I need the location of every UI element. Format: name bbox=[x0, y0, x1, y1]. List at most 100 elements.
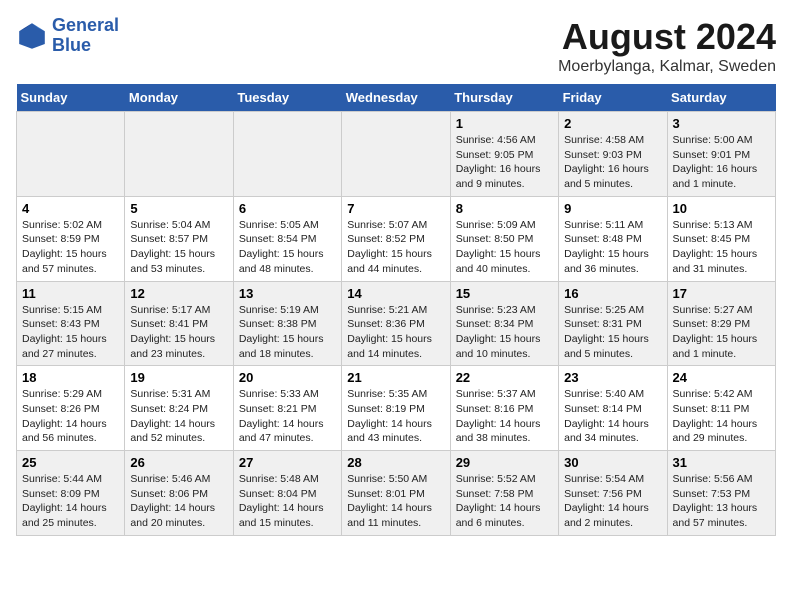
calendar-cell: 25 Sunrise: 5:44 AM Sunset: 8:09 PM Dayli… bbox=[17, 451, 125, 536]
day-info: Sunrise: 5:19 AM Sunset: 8:38 PM Dayligh… bbox=[239, 303, 336, 362]
main-title: August 2024 bbox=[558, 16, 776, 58]
calendar-cell: 21 Sunrise: 5:35 AM Sunset: 8:19 PM Dayli… bbox=[342, 366, 450, 451]
day-number: 5 bbox=[130, 201, 227, 216]
day-number: 13 bbox=[239, 286, 336, 301]
calendar-cell bbox=[125, 112, 233, 197]
calendar-cell: 6Sunrise: 5:05 AM Sunset: 8:54 PM Daylig… bbox=[233, 196, 341, 281]
calendar-cell: 8Sunrise: 5:09 AM Sunset: 8:50 PM Daylig… bbox=[450, 196, 558, 281]
week-row-2: 4 Sunrise: 5:02 AM Sunset: 8:59 PM Daylig… bbox=[17, 196, 776, 281]
calendar-cell: 14 Sunrise: 5:21 AM Sunset: 8:36 PM Dayli… bbox=[342, 281, 450, 366]
calendar-cell: 27 Sunrise: 5:48 AM Sunset: 8:04 PM Dayli… bbox=[233, 451, 341, 536]
day-number: 10 bbox=[673, 201, 770, 216]
day-number: 26 bbox=[130, 455, 227, 470]
col-header-monday: Monday bbox=[125, 84, 233, 112]
calendar-cell: 10 Sunrise: 5:13 AM Sunset: 8:45 PM Dayli… bbox=[667, 196, 775, 281]
header: General Blue August 2024 Moerbylanga, Ka… bbox=[16, 16, 776, 76]
day-info: Sunrise: 5:44 AM Sunset: 8:09 PM Dayligh… bbox=[22, 472, 119, 531]
day-info: Sunrise: 5:50 AM Sunset: 8:01 PM Dayligh… bbox=[347, 472, 444, 531]
calendar-table: SundayMondayTuesdayWednesdayThursdayFrid… bbox=[16, 84, 776, 536]
day-info: Sunrise: 5:13 AM Sunset: 8:45 PM Dayligh… bbox=[673, 218, 770, 277]
day-number: 21 bbox=[347, 370, 444, 385]
day-info: Sunrise: 5:21 AM Sunset: 8:36 PM Dayligh… bbox=[347, 303, 444, 362]
calendar-cell: 29Sunrise: 5:52 AM Sunset: 7:58 PM Dayli… bbox=[450, 451, 558, 536]
day-info: Sunrise: 5:00 AM Sunset: 9:01 PM Dayligh… bbox=[673, 133, 770, 192]
calendar-cell bbox=[233, 112, 341, 197]
day-info: Sunrise: 5:11 AM Sunset: 8:48 PM Dayligh… bbox=[564, 218, 661, 277]
calendar-cell: 30 Sunrise: 5:54 AM Sunset: 7:56 PM Dayli… bbox=[559, 451, 667, 536]
subtitle: Moerbylanga, Kalmar, Sweden bbox=[558, 58, 776, 76]
calendar-cell: 23 Sunrise: 5:40 AM Sunset: 8:14 PM Dayli… bbox=[559, 366, 667, 451]
day-number: 30 bbox=[564, 455, 661, 470]
calendar-cell: 4 Sunrise: 5:02 AM Sunset: 8:59 PM Daylig… bbox=[17, 196, 125, 281]
day-number: 11 bbox=[22, 286, 119, 301]
col-header-thursday: Thursday bbox=[450, 84, 558, 112]
day-info: Sunrise: 5:48 AM Sunset: 8:04 PM Dayligh… bbox=[239, 472, 336, 531]
calendar-cell: 9 Sunrise: 5:11 AM Sunset: 8:48 PM Daylig… bbox=[559, 196, 667, 281]
day-number: 19 bbox=[130, 370, 227, 385]
day-info: Sunrise: 5:17 AM Sunset: 8:41 PM Dayligh… bbox=[130, 303, 227, 362]
day-info: Sunrise: 5:04 AM Sunset: 8:57 PM Dayligh… bbox=[130, 218, 227, 277]
day-info: Sunrise: 5:27 AM Sunset: 8:29 PM Dayligh… bbox=[673, 303, 770, 362]
calendar-cell: 11Sunrise: 5:15 AM Sunset: 8:43 PM Dayli… bbox=[17, 281, 125, 366]
day-number: 22 bbox=[456, 370, 553, 385]
day-info: Sunrise: 5:29 AM Sunset: 8:26 PM Dayligh… bbox=[22, 387, 119, 446]
calendar-cell: 3 Sunrise: 5:00 AM Sunset: 9:01 PM Daylig… bbox=[667, 112, 775, 197]
day-info: Sunrise: 5:42 AM Sunset: 8:11 PM Dayligh… bbox=[673, 387, 770, 446]
logo: General Blue bbox=[16, 16, 119, 56]
calendar-cell: 5 Sunrise: 5:04 AM Sunset: 8:57 PM Daylig… bbox=[125, 196, 233, 281]
calendar-cell: 24Sunrise: 5:42 AM Sunset: 8:11 PM Dayli… bbox=[667, 366, 775, 451]
week-row-1: 1Sunrise: 4:56 AM Sunset: 9:05 PM Daylig… bbox=[17, 112, 776, 197]
calendar-cell: 31Sunrise: 5:56 AM Sunset: 7:53 PM Dayli… bbox=[667, 451, 775, 536]
calendar-cell: 2 Sunrise: 4:58 AM Sunset: 9:03 PM Daylig… bbox=[559, 112, 667, 197]
day-info: Sunrise: 5:07 AM Sunset: 8:52 PM Dayligh… bbox=[347, 218, 444, 277]
day-number: 4 bbox=[22, 201, 119, 216]
day-number: 16 bbox=[564, 286, 661, 301]
calendar-cell: 15 Sunrise: 5:23 AM Sunset: 8:34 PM Dayli… bbox=[450, 281, 558, 366]
day-number: 3 bbox=[673, 116, 770, 131]
day-number: 20 bbox=[239, 370, 336, 385]
day-number: 12 bbox=[130, 286, 227, 301]
calendar-cell bbox=[17, 112, 125, 197]
day-info: Sunrise: 5:46 AM Sunset: 8:06 PM Dayligh… bbox=[130, 472, 227, 531]
col-header-friday: Friday bbox=[559, 84, 667, 112]
calendar-cell: 18 Sunrise: 5:29 AM Sunset: 8:26 PM Dayli… bbox=[17, 366, 125, 451]
day-info: Sunrise: 4:58 AM Sunset: 9:03 PM Dayligh… bbox=[564, 133, 661, 192]
day-info: Sunrise: 5:35 AM Sunset: 8:19 PM Dayligh… bbox=[347, 387, 444, 446]
day-number: 18 bbox=[22, 370, 119, 385]
logo-text: General Blue bbox=[52, 16, 119, 56]
week-row-5: 25 Sunrise: 5:44 AM Sunset: 8:09 PM Dayli… bbox=[17, 451, 776, 536]
day-number: 14 bbox=[347, 286, 444, 301]
header-row: SundayMondayTuesdayWednesdayThursdayFrid… bbox=[17, 84, 776, 112]
day-info: Sunrise: 5:40 AM Sunset: 8:14 PM Dayligh… bbox=[564, 387, 661, 446]
day-info: Sunrise: 5:02 AM Sunset: 8:59 PM Dayligh… bbox=[22, 218, 119, 277]
col-header-saturday: Saturday bbox=[667, 84, 775, 112]
day-number: 6 bbox=[239, 201, 336, 216]
week-row-4: 18 Sunrise: 5:29 AM Sunset: 8:26 PM Dayli… bbox=[17, 366, 776, 451]
calendar-cell: 17 Sunrise: 5:27 AM Sunset: 8:29 PM Dayli… bbox=[667, 281, 775, 366]
day-info: Sunrise: 5:23 AM Sunset: 8:34 PM Dayligh… bbox=[456, 303, 553, 362]
calendar-cell bbox=[342, 112, 450, 197]
title-area: August 2024 Moerbylanga, Kalmar, Sweden bbox=[558, 16, 776, 76]
day-number: 25 bbox=[22, 455, 119, 470]
day-number: 23 bbox=[564, 370, 661, 385]
calendar-cell: 12 Sunrise: 5:17 AM Sunset: 8:41 PM Dayli… bbox=[125, 281, 233, 366]
day-number: 29 bbox=[456, 455, 553, 470]
calendar-cell: 20 Sunrise: 5:33 AM Sunset: 8:21 PM Dayli… bbox=[233, 366, 341, 451]
calendar-cell: 1Sunrise: 4:56 AM Sunset: 9:05 PM Daylig… bbox=[450, 112, 558, 197]
week-row-3: 11Sunrise: 5:15 AM Sunset: 8:43 PM Dayli… bbox=[17, 281, 776, 366]
day-info: Sunrise: 5:54 AM Sunset: 7:56 PM Dayligh… bbox=[564, 472, 661, 531]
col-header-sunday: Sunday bbox=[17, 84, 125, 112]
day-number: 27 bbox=[239, 455, 336, 470]
day-number: 28 bbox=[347, 455, 444, 470]
day-number: 9 bbox=[564, 201, 661, 216]
day-info: Sunrise: 5:25 AM Sunset: 8:31 PM Dayligh… bbox=[564, 303, 661, 362]
day-info: Sunrise: 4:56 AM Sunset: 9:05 PM Dayligh… bbox=[456, 133, 553, 192]
day-number: 15 bbox=[456, 286, 553, 301]
day-number: 2 bbox=[564, 116, 661, 131]
calendar-cell: 22Sunrise: 5:37 AM Sunset: 8:16 PM Dayli… bbox=[450, 366, 558, 451]
calendar-cell: 13 Sunrise: 5:19 AM Sunset: 8:38 PM Dayli… bbox=[233, 281, 341, 366]
logo-icon bbox=[16, 20, 48, 52]
day-number: 17 bbox=[673, 286, 770, 301]
day-info: Sunrise: 5:33 AM Sunset: 8:21 PM Dayligh… bbox=[239, 387, 336, 446]
day-number: 31 bbox=[673, 455, 770, 470]
